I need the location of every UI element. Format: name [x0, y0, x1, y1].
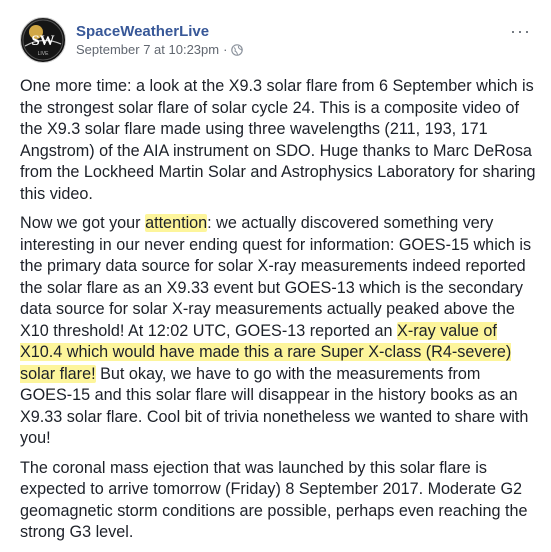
- paragraph-2-text-c: But okay, we have to go with the measure…: [20, 364, 529, 448]
- timestamp-row: September 7 at 10:23pm ·: [76, 41, 244, 58]
- svg-text:LIVE: LIVE: [38, 51, 50, 57]
- facebook-post: SW LIVE SpaceWeatherLive September 7 at …: [0, 0, 551, 541]
- paragraph-2-text-a: Now we got your: [20, 214, 146, 232]
- avatar-logo-icon: SW LIVE: [22, 19, 64, 61]
- post-header: SW LIVE SpaceWeatherLive September 7 at …: [20, 16, 244, 64]
- post-paragraph-2: Now we got your attention: we actually d…: [20, 213, 536, 450]
- more-options-icon[interactable]: ···: [510, 22, 531, 40]
- avatar[interactable]: SW LIVE: [20, 17, 66, 63]
- post-meta: SpaceWeatherLive September 7 at 10:23pm …: [76, 22, 244, 58]
- separator: ·: [223, 42, 228, 57]
- post-body: One more time: a look at the X9.3 solar …: [20, 76, 536, 552]
- post-paragraph-3: The coronal mass ejection that was launc…: [20, 458, 528, 542]
- timestamp-link[interactable]: September 7 at 10:23pm: [76, 41, 219, 58]
- globe-icon[interactable]: [231, 43, 244, 56]
- avatar-text: SW: [31, 33, 54, 49]
- paragraph-2-text-b: : we actually discovered something very …: [20, 214, 532, 340]
- page-name-link[interactable]: SpaceWeatherLive: [76, 22, 243, 41]
- post-paragraph-1: One more time: a look at the X9.3 solar …: [20, 77, 536, 203]
- highlight-attention: attention: [145, 214, 208, 232]
